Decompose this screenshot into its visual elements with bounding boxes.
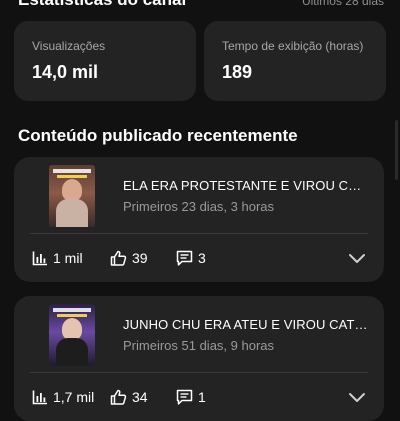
bar-chart-icon (32, 390, 47, 405)
views-count: 1,7 mil (53, 389, 95, 405)
video-title[interactable]: JUNHO CHU ERA ATEU E VIROU CATÓLICO (123, 317, 368, 332)
scrollbar[interactable] (395, 120, 398, 180)
recent-content-title: Conteúdo publicado recentemente (18, 126, 298, 145)
chevron-down-icon[interactable] (348, 251, 366, 265)
video-card[interactable]: JUNHO CHU ERA ATEU E VIROU CATÓLICO Prim… (14, 296, 384, 421)
video-thumbnail[interactable] (49, 165, 95, 227)
card-divider (30, 233, 368, 234)
views-stat-label: Visualizações (32, 39, 106, 53)
likes-count: 34 (132, 389, 148, 405)
watch-time-stat-card[interactable]: Tempo de exibição (horas) 189 (204, 21, 386, 101)
video-subtitle: Primeiros 23 dias, 3 horas (123, 199, 275, 214)
comments-metric: 3 (176, 249, 206, 267)
likes-count: 39 (132, 250, 148, 266)
video-thumbnail[interactable] (49, 304, 95, 366)
views-metric: 1,7 mil (32, 388, 94, 406)
watch-time-stat-value: 189 (222, 62, 253, 82)
views-stat-value: 14,0 mil (32, 62, 99, 82)
views-metric: 1 mil (32, 249, 83, 267)
views-stat-card[interactable]: Visualizações 14,0 mil (14, 21, 196, 101)
bar-chart-icon (32, 251, 47, 266)
likes-metric: 34 (110, 388, 148, 406)
comment-icon (176, 250, 193, 266)
video-subtitle: Primeiros 51 dias, 9 horas (123, 338, 275, 353)
thumbs-up-icon (110, 250, 127, 266)
views-count: 1 mil (53, 250, 83, 266)
comments-count: 1 (198, 389, 206, 405)
card-divider (30, 372, 368, 373)
channel-stats-header: Estatísticas do canal Últimos 28 dias (0, 0, 400, 16)
chevron-down-icon[interactable] (348, 390, 366, 404)
thumbs-up-icon (110, 389, 127, 405)
comments-count: 3 (198, 250, 206, 266)
comments-metric: 1 (176, 388, 206, 406)
comment-icon (176, 389, 193, 405)
watch-time-stat-label: Tempo de exibição (horas) (222, 39, 364, 53)
date-range-label[interactable]: Últimos 28 dias (302, 0, 384, 8)
video-card[interactable]: ELA ERA PROTESTANTE E VIROU CATÓLICA Pri… (14, 157, 384, 282)
page-title: Estatísticas do canal (18, 0, 186, 10)
likes-metric: 39 (110, 249, 148, 267)
video-title[interactable]: ELA ERA PROTESTANTE E VIROU CATÓLICA (123, 178, 368, 193)
